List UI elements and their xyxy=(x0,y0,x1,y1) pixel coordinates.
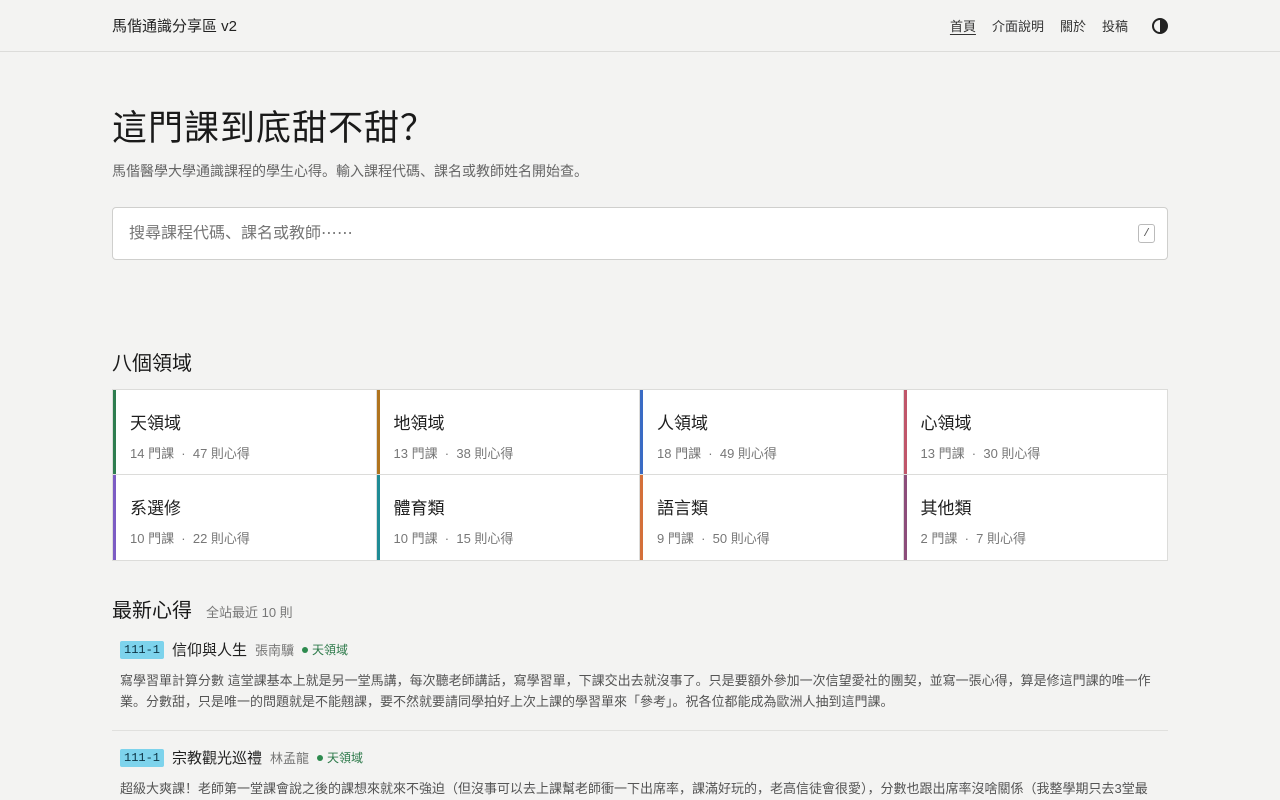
domain-color-bar xyxy=(113,390,116,474)
domain-stats: 10 門課 · 15 則心得 xyxy=(394,528,640,547)
course-name[interactable]: 宗教觀光巡禮 xyxy=(172,747,262,768)
teacher-name: 張南驥 xyxy=(255,643,295,658)
main-content: 這門課到底甜不甜？ 馬偕醫學大學通識課程的學生心得。輸入課程代碼、課名或教師姓名… xyxy=(0,100,1280,800)
domain-course-count: 14 門課 xyxy=(130,446,175,461)
domain-card[interactable]: 體育類 10 門課 · 15 則心得 xyxy=(376,475,640,560)
separator-dot: · xyxy=(957,531,977,546)
domain-color-bar xyxy=(640,475,643,560)
domain-card[interactable]: 其他類 2 門課 · 7 則心得 xyxy=(903,475,1168,560)
review-body: 寫學習單計算分數 這堂課基本上就是另一堂馬講，每次聽老師講話，寫學習單，下課交出… xyxy=(120,673,1151,709)
domain-name: 人領域 xyxy=(657,414,708,433)
separator-dot: · xyxy=(437,531,457,546)
domain-course-count: 9 門課 xyxy=(657,531,694,546)
page-subtitle: 馬偕醫學大學通識課程的學生心得。輸入課程代碼、課名或教師姓名開始查。 xyxy=(112,163,588,179)
dot-icon xyxy=(302,646,309,653)
domain-review-count: 50 則心得 xyxy=(712,531,770,546)
domain-review-count: 38 則心得 xyxy=(456,446,514,461)
nav-about[interactable]: 關於 xyxy=(1060,16,1086,35)
search-shortcut-hint: / xyxy=(1138,224,1155,243)
review-item[interactable]: 111-1 宗教觀光巡禮 林孟龍 天領域超級大爽課！老師第一堂課會說之後的課想來就來不… xyxy=(112,731,1168,800)
domain-stats: 10 門課 · 22 則心得 xyxy=(130,528,376,547)
dot-icon xyxy=(317,754,324,761)
domain-course-count: 18 門課 xyxy=(657,446,702,461)
domain-color-bar xyxy=(903,390,907,474)
domain-review-count: 47 則心得 xyxy=(192,446,250,461)
domain-name: 體育類 xyxy=(393,499,445,518)
domain-color-bar xyxy=(640,390,643,474)
top-header: 馬偕通識分享區 v2 首頁 介面說明 關於 投稿 xyxy=(0,0,1280,52)
search-box: / xyxy=(112,207,1168,260)
domain-course-count: 13 門課 xyxy=(920,446,965,461)
domain-review-count: 22 則心得 xyxy=(192,531,250,546)
domain-tag-label: 天領域 xyxy=(327,751,364,765)
review-body: 超級大爽課！老師第一堂課會說之後的課想來就來不強迫（但沒事可以去上課幫老師衝一下… xyxy=(120,781,1148,796)
separator-dot: · xyxy=(174,446,193,461)
latest-note: 全站最近 10 則 xyxy=(206,605,293,620)
separator-dot: · xyxy=(437,446,457,461)
domain-stats: 18 門課 · 49 則心得 xyxy=(657,443,903,462)
latest-heading: 最新心得 xyxy=(112,600,192,622)
domain-name: 地領域 xyxy=(393,414,445,433)
contrast-icon[interactable] xyxy=(1152,17,1168,34)
domain-name: 系選修 xyxy=(130,499,181,518)
nav-submit[interactable]: 投稿 xyxy=(1102,16,1128,35)
separator-dot: · xyxy=(701,446,720,461)
semester-badge: 111-1 xyxy=(120,748,165,767)
domain-stats: 13 門課 · 30 則心得 xyxy=(921,443,1168,462)
domain-name: 其他類 xyxy=(920,499,972,518)
nav-home[interactable]: 首頁 xyxy=(950,16,976,35)
domain-stats: 2 門課 · 7 則心得 xyxy=(921,528,1168,547)
domain-course-count: 2 門課 xyxy=(920,531,958,546)
search-input[interactable] xyxy=(129,224,1151,243)
review-header: 111-1 宗教觀光巡禮 林孟龍 天領域 xyxy=(120,747,1160,768)
domain-review-count: 49 則心得 xyxy=(719,446,777,461)
domain-stats: 14 門課 · 47 則心得 xyxy=(130,443,376,462)
review-header: 111-1 信仰與人生 張南驥 天領域 xyxy=(120,639,1160,660)
semester-badge: 111-1 xyxy=(120,640,165,659)
teacher-name: 林孟龍 xyxy=(270,751,310,766)
domains-grid: 天領域 14 門課 · 47 則心得 地領域 13 門課 · 38 則心得 人領域 18 … xyxy=(112,389,1168,561)
domain-stats: 13 門課 · 38 則心得 xyxy=(394,443,640,462)
site-brand[interactable]: 馬偕通識分享區 v2 xyxy=(112,15,237,36)
domain-card[interactable]: 人領域 18 門課 · 49 則心得 xyxy=(640,390,904,475)
nav-interface-guide[interactable]: 介面說明 xyxy=(992,16,1044,35)
main-nav: 首頁 介面說明 關於 投稿 xyxy=(950,16,1168,35)
domain-name: 心領域 xyxy=(920,414,972,433)
page-title: 這門課到底甜不甜？ xyxy=(112,109,437,148)
domain-stats: 9 門課 · 50 則心得 xyxy=(657,528,903,547)
domain-course-count: 10 門課 xyxy=(130,531,175,546)
domain-card[interactable]: 地領域 13 門課 · 38 則心得 xyxy=(376,390,640,475)
separator-dot: · xyxy=(174,531,193,546)
domain-card[interactable]: 心領域 13 門課 · 30 則心得 xyxy=(903,390,1168,475)
domain-tag: 天領域 xyxy=(302,641,348,658)
domain-color-bar xyxy=(376,390,380,474)
domain-course-count: 10 門課 xyxy=(393,531,438,546)
domain-name: 天領域 xyxy=(130,414,181,433)
domain-color-bar xyxy=(903,475,907,560)
domains-heading: 八個領域 xyxy=(112,353,192,375)
domain-name: 語言類 xyxy=(657,499,708,518)
domain-review-count: 7 則心得 xyxy=(976,531,1026,546)
domain-card[interactable]: 系選修 10 門課 · 22 則心得 xyxy=(113,475,377,560)
domain-tag: 天領域 xyxy=(317,749,363,766)
domain-course-count: 13 門課 xyxy=(393,446,438,461)
review-item[interactable]: 111-1 信仰與人生 張南驥 天領域寫學習單計算分數 這堂課基本上就是另一堂馬講，每… xyxy=(112,623,1168,731)
domain-review-count: 30 則心得 xyxy=(983,446,1041,461)
course-name[interactable]: 信仰與人生 xyxy=(172,639,247,660)
domain-color-bar xyxy=(376,475,380,560)
domain-tag-label: 天領域 xyxy=(312,643,349,657)
separator-dot: · xyxy=(693,531,713,546)
domain-card[interactable]: 語言類 9 門課 · 50 則心得 xyxy=(640,475,904,560)
domain-review-count: 15 則心得 xyxy=(456,531,514,546)
domain-card[interactable]: 天領域 14 門課 · 47 則心得 xyxy=(113,390,377,475)
separator-dot: · xyxy=(964,446,984,461)
latest-header: 最新心得 全站最近 10 則 xyxy=(112,594,1168,623)
latest-posts-list: 111-1 信仰與人生 張南驥 天領域 寫學習單計算分數 這堂課基本上就是另一堂馬講，每… xyxy=(112,623,1168,800)
domain-color-bar xyxy=(113,475,116,560)
